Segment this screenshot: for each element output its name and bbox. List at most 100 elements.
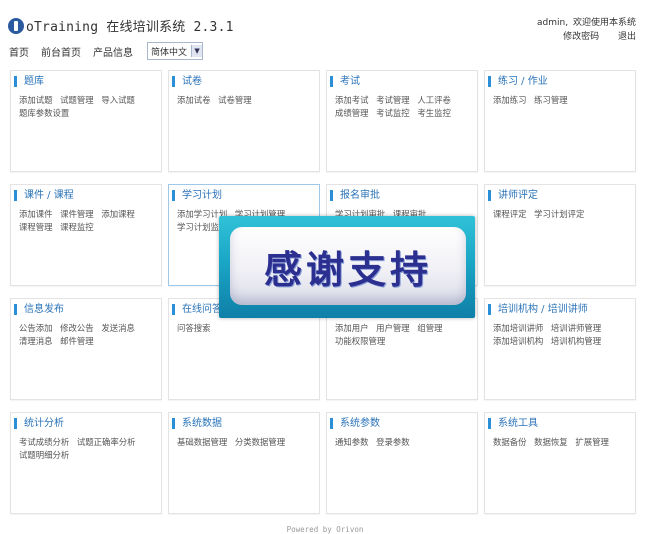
panel-link[interactable]: 基础数据管理 bbox=[177, 437, 227, 447]
nav-home[interactable]: 首页 bbox=[9, 44, 29, 59]
module-panel: 试卷添加试卷 试卷管理 bbox=[168, 70, 320, 172]
panel-link[interactable]: 考试管理 bbox=[376, 95, 410, 105]
panel-links: 考试成绩分析 试题正确率分析 试题明细分析 bbox=[19, 436, 155, 462]
panel-link[interactable]: 添加试卷 bbox=[177, 95, 211, 105]
panel-link[interactable]: 考试成绩分析 bbox=[19, 437, 69, 447]
panel-link[interactable]: 发送消息 bbox=[101, 323, 135, 333]
panel-link[interactable]: 添加培训机构 bbox=[493, 336, 543, 346]
panel-link[interactable]: 试题正确率分析 bbox=[77, 437, 136, 447]
panel-link[interactable]: 考生监控 bbox=[417, 108, 451, 118]
panel-links: 添加考试 考试管理 人工评卷 成绩管理 考试监控 考生监控 bbox=[335, 94, 471, 120]
panel-links: 通知参数 登录参数 bbox=[335, 436, 471, 449]
panel-links: 公告添加 修改公告 发送消息 清理消息 邮件管理 bbox=[19, 322, 155, 348]
panel-link[interactable]: 学习计划评定 bbox=[534, 209, 584, 219]
panel-link[interactable]: 扩展管理 bbox=[575, 437, 609, 447]
panel-link[interactable]: 成绩管理 bbox=[335, 108, 369, 118]
panel-links: 问答搜索 bbox=[177, 322, 313, 335]
panel-title: 讲师评定 bbox=[488, 190, 538, 201]
nav-frontend-home[interactable]: 前台首页 bbox=[41, 44, 81, 59]
panel-title: 系统工具 bbox=[488, 418, 538, 429]
module-panel: 系统工具数据备份 数据恢复 扩展管理 bbox=[484, 412, 636, 514]
module-panel: 信息发布 公告添加 修改公告 发送消息 清理消息 邮件管理 bbox=[10, 298, 162, 400]
panel-links: 添加用户 用户管理 组管理 功能权限管理 bbox=[335, 322, 471, 348]
welcome-text: 欢迎使用本系统 bbox=[572, 18, 636, 28]
panel-link[interactable]: 组管理 bbox=[417, 323, 442, 333]
panel-links: 添加练习 练习管理 bbox=[493, 94, 629, 107]
panel-links: 添加试卷 试卷管理 bbox=[177, 94, 313, 107]
module-panel: 题库添加试题 试题管理 导入试题 题库参数设置 bbox=[10, 70, 162, 172]
panel-title: 课件 / 课程 bbox=[14, 190, 74, 201]
panel-link[interactable]: 功能权限管理 bbox=[335, 336, 385, 346]
panel-links: 基础数据管理 分类数据管理 bbox=[177, 436, 313, 449]
panel-link[interactable]: 培训讲师管理 bbox=[551, 323, 601, 333]
panel-title: 学习计划 bbox=[172, 190, 222, 201]
username: admin, bbox=[537, 18, 569, 28]
module-panel: 考试添加考试 考试管理 人工评卷 成绩管理 考试监控 考生监控 bbox=[326, 70, 478, 172]
panel-link[interactable]: 添加练习 bbox=[493, 95, 527, 105]
panel-link[interactable]: 登录参数 bbox=[376, 437, 410, 447]
chevron-down-icon: ▼ bbox=[191, 45, 203, 57]
panel-link[interactable]: 问答搜索 bbox=[177, 323, 211, 333]
panel-link[interactable]: 添加课程 bbox=[101, 209, 135, 219]
panel-links: 添加课件 课件管理 添加课程 课程管理 课程监控 bbox=[19, 208, 155, 234]
panel-link[interactable]: 练习管理 bbox=[534, 95, 568, 105]
panel-links: 添加培训讲师 培训讲师管理 添加培训机构 培训机构管理 bbox=[493, 322, 629, 348]
footer: Powered by Orivon bbox=[286, 525, 364, 534]
panel-links: 数据备份 数据恢复 扩展管理 bbox=[493, 436, 629, 449]
panel-title: 培训机构 / 培训讲师 bbox=[488, 304, 588, 315]
panel-link[interactable]: 数据备份 bbox=[493, 437, 527, 447]
panel-link[interactable]: 邮件管理 bbox=[60, 336, 94, 346]
panel-link[interactable]: 添加培训讲师 bbox=[493, 323, 543, 333]
module-panel: 培训机构 / 培训讲师添加培训讲师 培训讲师管理 添加培训机构 培训机构管理 bbox=[484, 298, 636, 400]
panel-link[interactable]: 通知参数 bbox=[335, 437, 369, 447]
app-logo: oTraining 在线培训系统 2.3.1 bbox=[8, 16, 234, 35]
language-select[interactable]: 简体中文 ▼ bbox=[147, 42, 204, 60]
panel-links: 课程评定 学习计划评定 bbox=[493, 208, 629, 221]
language-value: 简体中文 bbox=[151, 47, 188, 58]
panel-link[interactable]: 清理消息 bbox=[19, 336, 53, 346]
panel-title: 统计分析 bbox=[14, 418, 64, 429]
panel-link[interactable]: 试题管理 bbox=[60, 95, 94, 105]
panel-link[interactable]: 试卷管理 bbox=[218, 95, 252, 105]
module-panel: 系统数据基础数据管理 分类数据管理 bbox=[168, 412, 320, 514]
panel-link[interactable]: 课件管理 bbox=[60, 209, 94, 219]
panel-link[interactable]: 课程管理 bbox=[19, 222, 53, 232]
panel-link[interactable]: 课程监控 bbox=[60, 222, 94, 232]
app-title: oTraining 在线培训系统 2.3.1 bbox=[26, 20, 234, 35]
thanks-text: 感谢支持 bbox=[263, 247, 432, 292]
panel-title: 考试 bbox=[330, 76, 360, 87]
panel-link[interactable]: 分类数据管理 bbox=[235, 437, 285, 447]
panel-link[interactable]: 修改公告 bbox=[60, 323, 94, 333]
top-nav: 首页 前台首页 产品信息 简体中文 ▼ bbox=[9, 42, 204, 60]
panel-link[interactable]: 课程评定 bbox=[493, 209, 527, 219]
panel-link[interactable]: 试题明细分析 bbox=[19, 450, 69, 460]
panel-title: 系统数据 bbox=[172, 418, 222, 429]
panel-link[interactable]: 培训机构管理 bbox=[551, 336, 601, 346]
panel-title: 报名审批 bbox=[330, 190, 380, 201]
panel-link[interactable]: 添加用户 bbox=[335, 323, 369, 333]
panel-link[interactable]: 添加考试 bbox=[335, 95, 369, 105]
panel-title: 试卷 bbox=[172, 76, 202, 87]
logo-icon bbox=[8, 17, 24, 34]
panel-link[interactable]: 考试监控 bbox=[376, 108, 410, 118]
panel-link[interactable]: 添加试题 bbox=[19, 95, 53, 105]
panel-title: 题库 bbox=[14, 76, 44, 87]
thanks-banner-inner: 感谢支持 bbox=[230, 227, 466, 305]
panel-link[interactable]: 添加课件 bbox=[19, 209, 53, 219]
change-password-link[interactable]: 修改密码 bbox=[563, 32, 599, 42]
panel-link[interactable]: 公告添加 bbox=[19, 323, 53, 333]
user-area: admin, 欢迎使用本系统 修改密码 退出 bbox=[535, 16, 636, 44]
panel-link[interactable]: 人工评卷 bbox=[417, 95, 451, 105]
thanks-banner: 感谢支持 bbox=[219, 216, 475, 318]
panel-link[interactable]: 题库参数设置 bbox=[19, 108, 69, 118]
panel-link[interactable]: 导入试题 bbox=[101, 95, 135, 105]
panel-link[interactable]: 用户管理 bbox=[376, 323, 410, 333]
module-panel: 课件 / 课程添加课件 课件管理 添加课程 课程管理 课程监控 bbox=[10, 184, 162, 286]
module-panel: 系统参数通知参数 登录参数 bbox=[326, 412, 478, 514]
panel-link[interactable]: 数据恢复 bbox=[534, 437, 568, 447]
logout-link[interactable]: 退出 bbox=[618, 32, 636, 42]
nav-product-info[interactable]: 产品信息 bbox=[93, 44, 133, 59]
panel-title: 系统参数 bbox=[330, 418, 380, 429]
panel-links: 添加试题 试题管理 导入试题 题库参数设置 bbox=[19, 94, 155, 120]
module-panel: 讲师评定课程评定 学习计划评定 bbox=[484, 184, 636, 286]
